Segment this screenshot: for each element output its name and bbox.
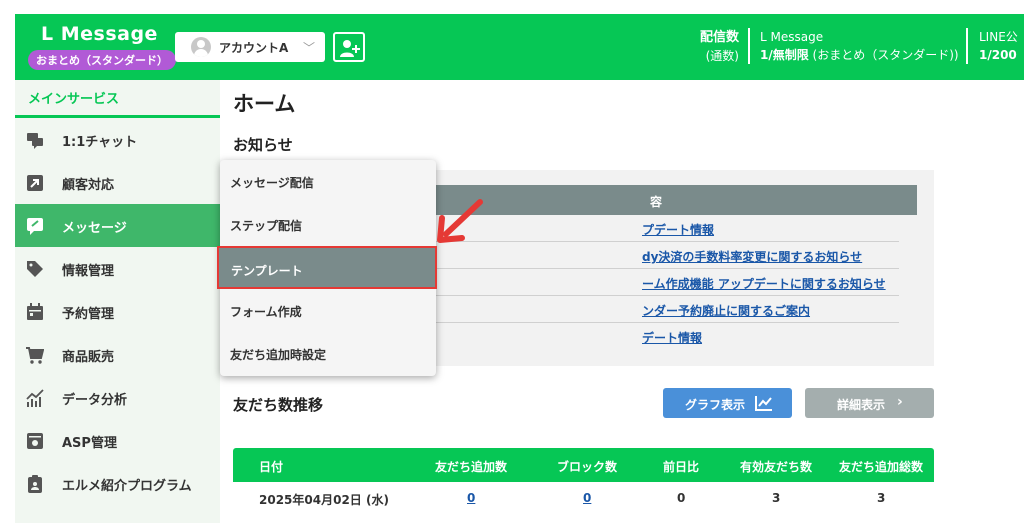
sidebar-item-label: ASP管理 <box>62 436 117 451</box>
plan-stat-value: 1/無制限 <box>760 48 809 62</box>
sidebar-item-chat[interactable]: 1:1チャット <box>15 118 220 161</box>
news-link[interactable]: ーム作成機能 アップデートに関するお知らせ <box>642 277 886 291</box>
sidebar-item-asp[interactable]: ASP管理 <box>15 419 220 462</box>
submenu-item-form[interactable]: フォーム作成 <box>220 289 436 332</box>
graph-view-button[interactable]: グラフ表示 <box>663 388 792 418</box>
chevron-down-icon: ﹀ <box>303 41 316 55</box>
chart-trend-icon <box>755 396 772 411</box>
news-item: ーム作成機能 アップデートに関するお知らせ <box>434 269 899 296</box>
sidebar-item-analytics[interactable]: データ分析 <box>15 376 220 419</box>
cell-added-link[interactable]: 0 <box>467 491 475 505</box>
add-user-icon <box>340 40 360 57</box>
sidebar-item-label: 1:1チャット <box>62 135 138 150</box>
calendar-icon <box>27 303 43 320</box>
arrow-box-icon <box>27 175 43 191</box>
news-list: プデート情報 dy決済の手数料率変更に関するお知らせ ーム作成機能 アップデート… <box>434 215 899 350</box>
news-header-label: 容 <box>650 195 663 209</box>
header-divider <box>748 28 750 64</box>
plan-stat-title: L Message <box>760 30 824 44</box>
column-header-diff: 前日比 <box>663 460 700 474</box>
line-stat-title: LINE公 <box>979 30 1018 44</box>
graph-view-label: グラフ表示 <box>685 398 746 412</box>
sidebar-item-customer[interactable]: 顧客対応 <box>15 161 220 204</box>
news-section-title: お知らせ <box>233 136 293 154</box>
submenu-item-label: ステップ配信 <box>230 219 303 233</box>
plan-badge: おまとめ（スタンダード） <box>28 50 176 70</box>
news-item: ンダー予約廃止に関するご案内 <box>434 296 899 323</box>
chevron-right-icon: › <box>897 394 903 410</box>
news-item: プデート情報 <box>434 215 899 242</box>
sidebar-item-label: メッセージ <box>62 221 127 236</box>
sidebar-item-info[interactable]: 情報管理 <box>15 247 220 290</box>
news-item: デート情報 <box>434 323 899 350</box>
message-submenu: メッセージ配信 ステップ配信 テンプレート フォーム作成 友だち追加時設定 <box>217 160 437 376</box>
cell-blocked-link[interactable]: 0 <box>583 491 591 505</box>
news-table-header: 容 <box>434 185 917 215</box>
news-link[interactable]: dy決済の手数料率変更に関するお知らせ <box>642 250 862 264</box>
column-header-total: 友だち追加総数 <box>839 460 924 474</box>
tag-icon <box>27 261 43 277</box>
cell-diff: 0 <box>677 491 686 505</box>
submenu-item-label: テンプレート <box>231 264 303 278</box>
asp-icon <box>27 433 43 449</box>
delivery-count-label: 配信数 (通数) <box>691 28 739 65</box>
friends-table-header: 日付 友だち追加数 ブロック数 前日比 有効友だち数 友だち追加総数 <box>233 448 934 482</box>
submenu-item-label: フォーム作成 <box>230 305 302 319</box>
sidebar-item-reservation[interactable]: 予約管理 <box>15 290 220 333</box>
submenu-item-friend-add-settings[interactable]: 友だち追加時設定 <box>220 332 436 375</box>
table-row: 2025年04月02日 (水) 0 0 0 3 3 <box>233 482 934 516</box>
account-select[interactable]: アカウントA ﹀ <box>175 32 325 62</box>
sidebar: メインサービス 1:1チャット 顧客対応 メッセージ 情報管理 予約管理 商品販… <box>15 80 220 523</box>
column-header-blocked: ブロック数 <box>557 460 618 474</box>
sidebar-item-label: エルメ紹介プログラム <box>62 479 192 494</box>
sidebar-item-referral[interactable]: エルメ紹介プログラム <box>15 462 220 505</box>
sidebar-item-label: 予約管理 <box>62 307 115 322</box>
add-user-button[interactable] <box>333 32 365 62</box>
sidebar-item-label: 顧客対応 <box>62 178 115 193</box>
account-name: アカウントA <box>219 41 289 55</box>
submenu-item-label: 友だち追加時設定 <box>230 348 327 362</box>
cart-icon <box>26 347 44 364</box>
annotation-arrow-icon <box>437 199 483 243</box>
delivery-count-title: 配信数 <box>699 30 739 45</box>
page-title: ホーム <box>233 92 296 116</box>
sidebar-item-message[interactable]: メッセージ <box>15 204 220 247</box>
submenu-item-label: メッセージ配信 <box>230 176 314 190</box>
sidebar-item-label: 商品販売 <box>62 350 115 365</box>
app-logo[interactable]: L Message <box>41 23 158 45</box>
line-stat-value: 1/200 <box>979 48 1017 62</box>
cell-date: 2025年04月02日 (水) <box>259 493 389 507</box>
analytics-icon <box>26 389 44 407</box>
column-header-added: 友だち追加数 <box>435 460 508 474</box>
plan-stat-plan: (おまとめ（スタンダード)) <box>808 48 959 62</box>
avatar-icon <box>191 37 211 57</box>
delivery-count-unit: (通数) <box>705 49 739 63</box>
column-header-active: 有効友だち数 <box>740 460 813 474</box>
news-link[interactable]: プデート情報 <box>642 223 714 237</box>
header-divider <box>966 28 968 64</box>
sidebar-item-sales[interactable]: 商品販売 <box>15 333 220 376</box>
message-icon <box>27 218 43 235</box>
friends-trend-title: 友だち数推移 <box>233 396 324 414</box>
cell-total: 3 <box>877 491 886 505</box>
plan-stat: L Message 1/無制限 (おまとめ（スタンダード)) <box>760 28 959 64</box>
column-header-date: 日付 <box>259 460 284 474</box>
chat-icon <box>27 133 43 149</box>
line-stat: LINE公 1/200 <box>979 28 1018 64</box>
top-header: L Message おまとめ（スタンダード） アカウントA ﹀ 配信数 (通数)… <box>15 14 1024 80</box>
cell-active: 3 <box>772 491 781 505</box>
sidebar-item-label: 情報管理 <box>62 264 115 279</box>
news-link[interactable]: ンダー予約廃止に関するご案内 <box>642 304 810 318</box>
detail-view-label: 詳細表示 <box>837 398 886 412</box>
news-item: dy決済の手数料率変更に関するお知らせ <box>434 242 899 269</box>
submenu-item-step-delivery[interactable]: ステップ配信 <box>220 203 436 246</box>
news-link[interactable]: デート情報 <box>642 331 702 345</box>
clipboard-icon <box>28 475 42 493</box>
submenu-item-template[interactable]: テンプレート <box>217 246 437 289</box>
detail-view-button[interactable]: 詳細表示 › <box>805 388 934 418</box>
submenu-item-message-delivery[interactable]: メッセージ配信 <box>220 160 436 203</box>
sidebar-heading[interactable]: メインサービス <box>15 80 220 118</box>
sidebar-item-label: データ分析 <box>62 393 128 408</box>
